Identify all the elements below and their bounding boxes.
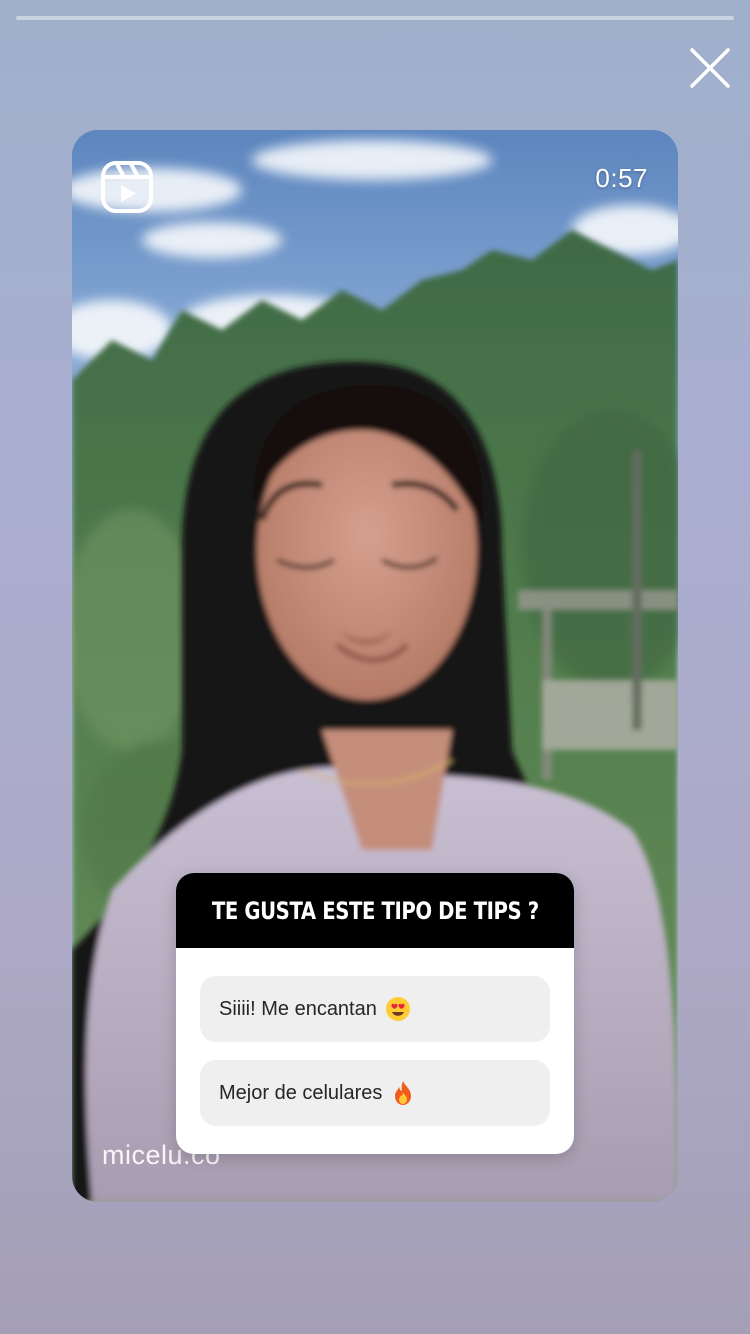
poll-option-2[interactable]: Mejor de celulares — [200, 1060, 550, 1126]
story-progress-bar — [16, 16, 734, 20]
poll-option-1[interactable]: Siiii! Me encantan — [200, 976, 550, 1042]
poll-question-header: TE GUSTA ESTE TIPO DE TIPS ? — [176, 873, 574, 948]
close-button[interactable] — [686, 44, 734, 92]
reels-icon — [100, 160, 154, 214]
heart-eyes-emoji-icon — [385, 996, 411, 1022]
poll-option-label: Siiii! Me encantan — [219, 997, 377, 1020]
poll-option-label: Mejor de celulares — [219, 1081, 383, 1104]
poll-question: TE GUSTA ESTE TIPO DE TIPS ? — [211, 896, 539, 925]
close-icon — [690, 48, 730, 88]
poll-sticker: TE GUSTA ESTE TIPO DE TIPS ? Siiii! Me e… — [176, 873, 574, 1154]
video-duration: 0:57 — [595, 163, 648, 193]
fire-emoji-icon — [390, 1080, 416, 1106]
